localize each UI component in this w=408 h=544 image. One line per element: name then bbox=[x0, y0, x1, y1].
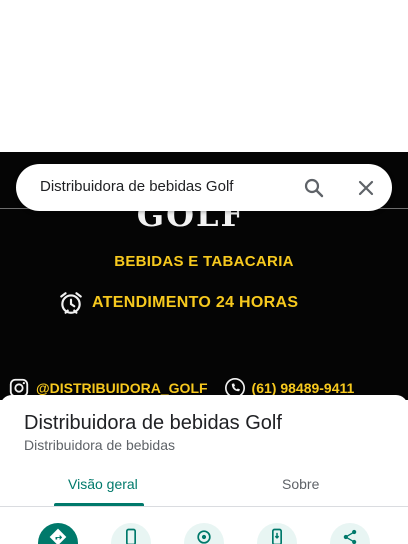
close-icon[interactable] bbox=[354, 176, 378, 200]
directions-button[interactable] bbox=[38, 523, 78, 544]
tab-overview[interactable]: Visão geral bbox=[68, 476, 138, 492]
photo-instagram-text: @DISTRIBUIDORA_GOLF bbox=[36, 380, 208, 396]
save-place-button[interactable] bbox=[184, 523, 224, 544]
alarm-clock-icon bbox=[60, 292, 82, 314]
place-title: Distribuidora de bebidas Golf bbox=[24, 412, 282, 434]
place-details-sheet: Distribuidora de bebidas Golf Distribuid… bbox=[0, 395, 408, 544]
top-blank-area bbox=[0, 0, 408, 152]
tab-about[interactable]: Sobre bbox=[282, 476, 319, 492]
phone-icon bbox=[126, 528, 136, 544]
search-input[interactable]: Distribuidora de bebidas Golf bbox=[40, 178, 233, 195]
send-to-phone-icon bbox=[272, 528, 282, 544]
share-button[interactable] bbox=[330, 523, 370, 544]
search-bar[interactable]: Distribuidora de bebidas Golf bbox=[16, 164, 392, 211]
send-to-phone-button[interactable] bbox=[257, 523, 297, 544]
search-icon[interactable] bbox=[302, 176, 326, 200]
photo-phone-text: (61) 98489-9411 bbox=[251, 380, 355, 396]
place-category: Distribuidora de bebidas bbox=[24, 437, 175, 453]
action-buttons-row bbox=[0, 523, 408, 544]
photo-subtitle: BEBIDAS E TABACARIA bbox=[114, 253, 294, 270]
share-icon bbox=[343, 529, 357, 544]
call-button[interactable] bbox=[111, 523, 151, 544]
save-place-icon bbox=[197, 530, 211, 544]
photo-hours-text: ATENDIMENTO 24 HORAS bbox=[92, 294, 299, 311]
directions-icon bbox=[49, 528, 67, 544]
photo-hours: ATENDIMENTO 24 HORAS bbox=[58, 289, 298, 317]
tabs-divider bbox=[0, 506, 408, 507]
